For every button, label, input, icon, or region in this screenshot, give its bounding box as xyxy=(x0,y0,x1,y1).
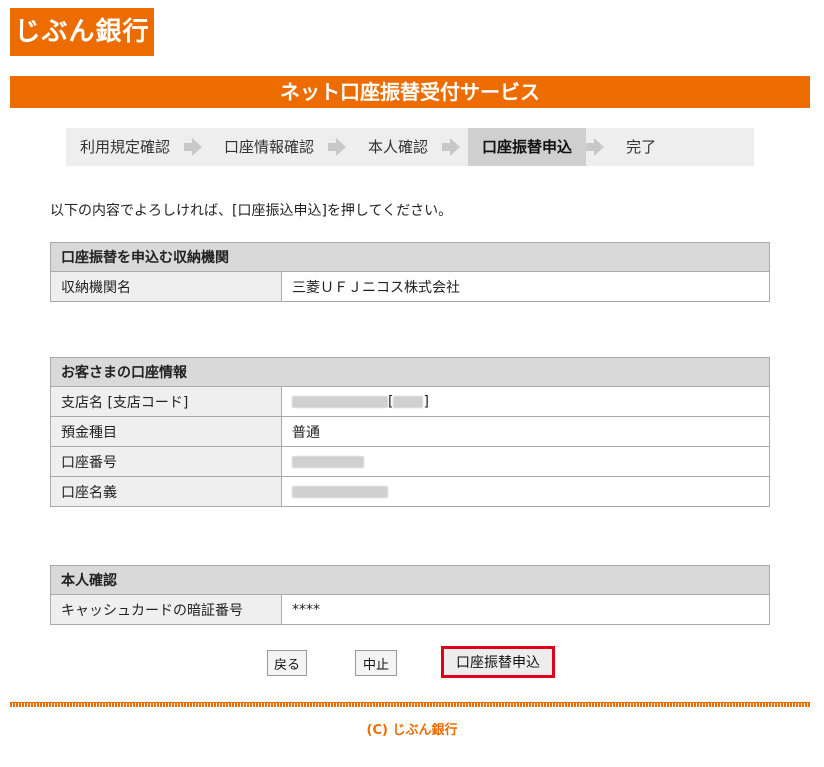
step-identity: 本人確認 xyxy=(368,138,429,156)
page-title: ネット口座振替受付サービス xyxy=(10,76,810,108)
field-value: 普通 xyxy=(281,416,770,447)
footer-divider xyxy=(10,702,810,707)
field-value-masked xyxy=(281,476,770,507)
field-label: 預金種目 xyxy=(50,416,282,447)
collector-table: 口座振替を申込む収納機関 収納機関名 三菱ＵＦＪニコス株式会社 xyxy=(50,242,770,302)
section-title: お客さまの口座情報 xyxy=(50,357,770,387)
step-arrow-icon xyxy=(328,138,354,156)
back-button[interactable]: 戻る xyxy=(267,650,307,676)
masked-value xyxy=(292,485,388,498)
field-value: **** xyxy=(281,594,770,625)
identity-table: 本人確認 キャッシュカードの暗証番号 **** xyxy=(50,565,770,625)
field-label: 支店名 [支店コード] xyxy=(50,386,282,417)
cancel-button[interactable]: 中止 xyxy=(355,650,397,676)
field-label: 口座番号 xyxy=(50,446,282,477)
account-table: お客さまの口座情報 支店名 [支店コード] [] 預金種目 普通 口座番号 口座… xyxy=(50,357,770,507)
table-row: 口座名義 xyxy=(50,476,770,507)
table-row: 預金種目 普通 xyxy=(50,416,770,447)
step-arrow-icon xyxy=(442,138,468,156)
section-title: 口座振替を申込む収納機関 xyxy=(50,242,770,272)
field-label: キャッシュカードの暗証番号 xyxy=(50,594,282,625)
masked-value xyxy=(292,395,388,408)
field-value-masked xyxy=(281,446,770,477)
progress-steps: 利用規定確認 口座情報確認 本人確認 口座振替申込 完了 xyxy=(66,128,754,166)
field-label: 収納機関名 xyxy=(50,271,282,302)
section-title: 本人確認 xyxy=(50,565,770,595)
field-value-masked: [] xyxy=(281,386,770,417)
step-terms: 利用規定確認 xyxy=(80,138,171,156)
step-arrow-icon xyxy=(586,138,612,156)
submit-button[interactable]: 口座振替申込 xyxy=(441,646,555,678)
table-row: 収納機関名 三菱ＵＦＪニコス株式会社 xyxy=(50,271,770,302)
bank-logo: じぶん銀行 xyxy=(10,8,154,56)
table-row: キャッシュカードの暗証番号 **** xyxy=(50,594,770,625)
field-value: 三菱ＵＦＪニコス株式会社 xyxy=(281,271,770,302)
action-buttons: 戻る 中止 口座振替申込 xyxy=(0,646,824,680)
masked-value xyxy=(393,395,424,408)
masked-value xyxy=(292,455,364,468)
table-row: 口座番号 xyxy=(50,446,770,477)
table-row: 支店名 [支店コード] [] xyxy=(50,386,770,417)
step-complete: 完了 xyxy=(626,138,657,156)
instruction-text: 以下の内容でよろしければ、[口座振込申込]を押してください。 xyxy=(50,203,453,219)
copyright: (C) じぶん銀行 xyxy=(366,723,458,738)
step-arrow-icon xyxy=(184,138,210,156)
step-account-info: 口座情報確認 xyxy=(224,138,315,156)
step-apply: 口座振替申込 xyxy=(468,128,587,166)
field-label: 口座名義 xyxy=(50,476,282,507)
